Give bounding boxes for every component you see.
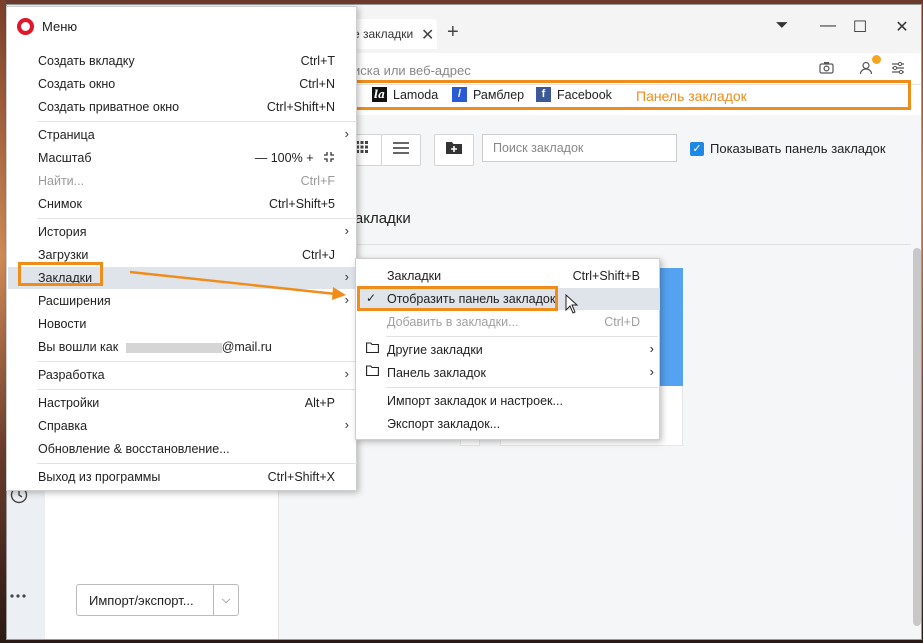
- mouse-cursor-icon: [565, 294, 579, 314]
- annotation-arrow: [129, 270, 346, 300]
